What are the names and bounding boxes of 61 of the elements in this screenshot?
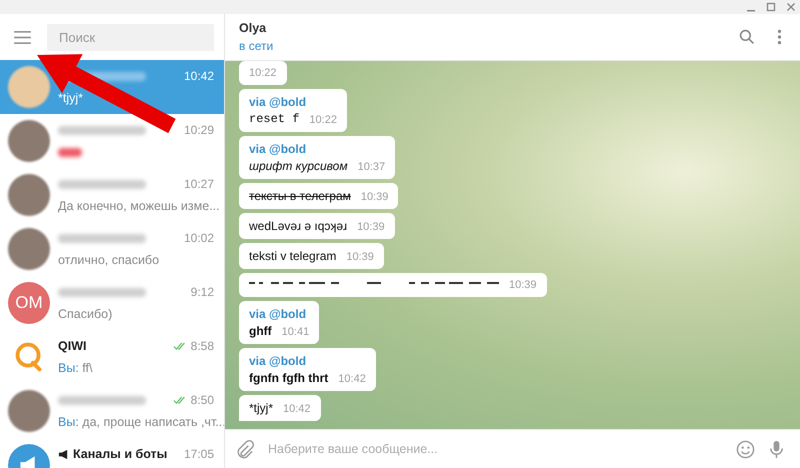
chat-time: 17:05 xyxy=(184,447,214,461)
chat-preview: *tjyj* xyxy=(58,91,84,105)
chat-list-item[interactable]: QIWI 8:58 Вы: ff\ xyxy=(0,330,224,384)
chat-name: Каналы и боты xyxy=(73,447,168,461)
chat-list-item[interactable]: OM 9:12 Спасибо) xyxy=(0,276,224,330)
chat-time: 8:58 xyxy=(190,339,214,353)
via-label: via @bold xyxy=(249,142,308,156)
message-text: reset f xyxy=(249,112,300,126)
message-time: 10:42 xyxy=(283,403,311,415)
maximize-icon[interactable] xyxy=(766,2,776,12)
search-icon[interactable] xyxy=(739,29,755,45)
via-label: via @bold xyxy=(249,354,308,368)
more-icon[interactable] xyxy=(777,29,782,45)
chat-preview: отлично, спасибо xyxy=(58,253,160,267)
microphone-icon[interactable] xyxy=(767,440,786,458)
paperclip-icon[interactable] xyxy=(235,440,254,458)
emoji-icon[interactable] xyxy=(736,440,755,458)
message-time: 10:22 xyxy=(309,114,337,126)
message-time: 10:39 xyxy=(357,221,385,233)
search-field[interactable]: Поиск xyxy=(47,24,214,50)
chat-preview: Да конечно, можешь изме... xyxy=(58,199,220,213)
message-text: тексты в телеграм xyxy=(249,189,351,203)
chat-status: в сети xyxy=(239,39,274,53)
chat-list-item[interactable]: 10:29 xyxy=(0,114,224,168)
avatar-photo-placeholder xyxy=(8,228,50,270)
close-icon[interactable] xyxy=(786,2,796,12)
message-time: 10:39 xyxy=(509,279,537,291)
chat-time: 8:50 xyxy=(190,393,214,407)
chat-time: 10:27 xyxy=(184,177,214,191)
avatar-photo-placeholder xyxy=(8,66,50,108)
blurred-preview xyxy=(58,148,82,156)
avatar-photo-placeholder xyxy=(8,174,50,216)
chat-preview: Спасибо) xyxy=(58,307,112,321)
menu-icon[interactable] xyxy=(14,30,31,44)
chat-list-item[interactable]: 10:27 Да конечно, можешь изме... xyxy=(0,168,224,222)
message-time: 10:39 xyxy=(346,251,374,263)
avatar-initials: OM xyxy=(8,282,50,324)
message-time: 10:22 xyxy=(249,67,277,79)
chat-time: 9:12 xyxy=(190,285,214,299)
message-time: 10:41 xyxy=(282,326,310,338)
message-time: 10:42 xyxy=(338,373,366,385)
avatar-photo-placeholder xyxy=(8,120,50,162)
message-text: teksti v telegram xyxy=(249,249,336,263)
chat-name: QIWI xyxy=(58,339,86,353)
chat-list-item[interactable]: Каналы и боты 17:05 xyxy=(0,438,224,468)
via-label: via @bold xyxy=(249,307,308,321)
message-text: wedLəvəɹ ə ıqɔʞəɹ xyxy=(249,219,348,233)
message-text: fgnfn fgfh thrt xyxy=(249,371,328,385)
chat-title: Olya xyxy=(239,21,268,35)
message-time: 10:39 xyxy=(360,191,388,203)
chat-time: 10:02 xyxy=(184,231,214,245)
message-time: 10:37 xyxy=(358,161,386,173)
chat-preview: Вы: ff\ xyxy=(58,361,92,375)
chat-list-item[interactable]: 10:02 отлично, спасибо xyxy=(0,222,224,276)
chat-time: 10:42 xyxy=(184,69,214,83)
message-text: *tjyj* xyxy=(249,401,274,415)
message-text: ghff xyxy=(249,324,272,338)
chat-time: 10:29 xyxy=(184,123,214,137)
avatar-photo-placeholder xyxy=(8,390,50,432)
message-text: шрифт курсивом xyxy=(249,159,348,173)
via-label: via @bold xyxy=(249,95,308,109)
